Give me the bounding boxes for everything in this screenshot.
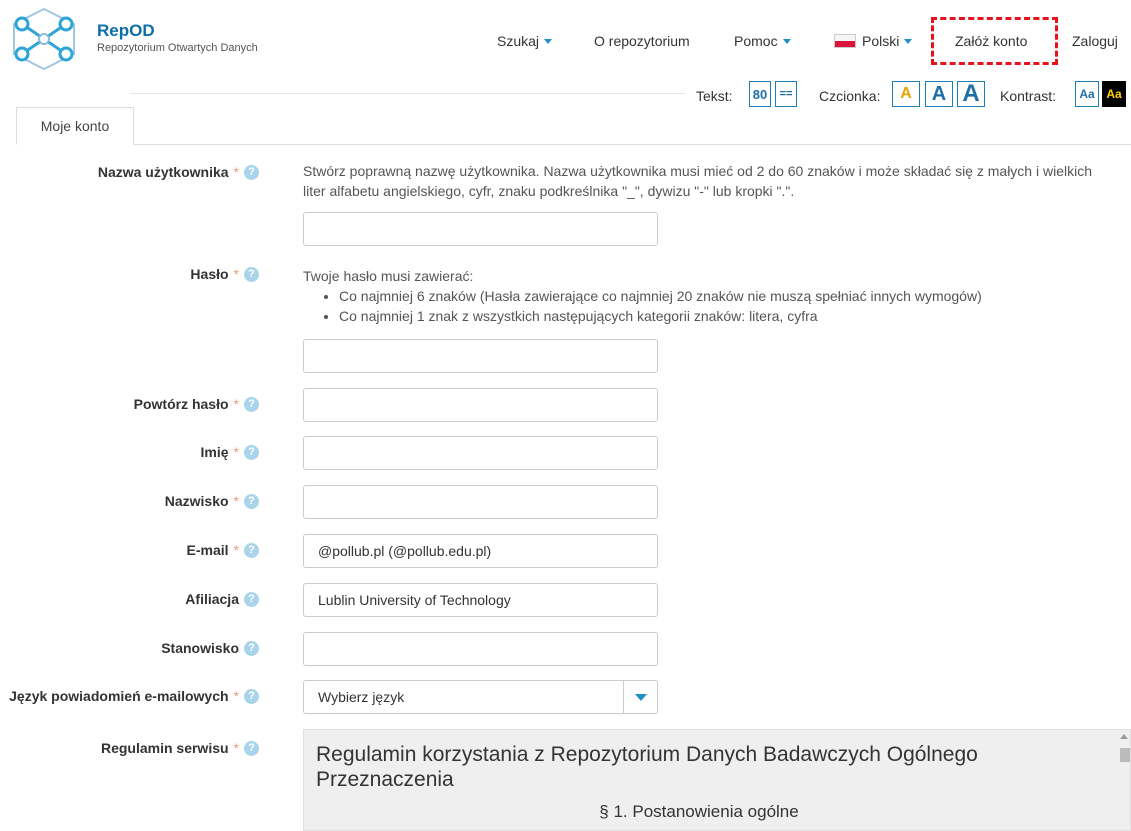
position-label-text: Stanowisko <box>161 640 239 656</box>
repod-logo-icon[interactable] <box>8 6 80 72</box>
required-mark: * <box>233 444 239 460</box>
password-rule: Co najmniej 1 znak z wszystkich następuj… <box>339 306 1123 326</box>
nav-help-dropdown[interactable]: Pomoc <box>734 33 791 49</box>
username-label: Nazwa użytkownika *? <box>98 164 259 180</box>
font-large-button[interactable]: A <box>957 80 985 107</box>
last-name-label: Nazwisko *? <box>165 493 259 509</box>
last-name-label-text: Nazwisko <box>164 493 229 509</box>
nav-search-label: Szukaj <box>497 33 540 49</box>
help-icon[interactable]: ? <box>244 688 259 704</box>
help-icon[interactable]: ? <box>244 164 259 180</box>
help-icon[interactable]: ? <box>244 266 259 282</box>
tab-bar-divider <box>16 144 1131 145</box>
password-repeat-label: Powtórz hasło *? <box>134 396 259 412</box>
scrollbar-thumb[interactable] <box>1120 748 1130 762</box>
password-repeat-input[interactable] <box>303 388 658 422</box>
font-small-glyph: A <box>900 85 912 102</box>
notification-language-select[interactable]: Wybierz język <box>303 680 658 714</box>
chevron-down-icon <box>544 39 553 44</box>
contrast-normal-button[interactable]: Aa <box>1075 81 1099 107</box>
email-input[interactable] <box>303 534 658 568</box>
username-hint: Stwórz poprawną nazwę użytkownika. Nazwa… <box>303 163 1092 199</box>
brand-name[interactable]: RepOD <box>97 21 155 41</box>
password-label-text: Hasło <box>190 266 229 282</box>
notification-language-label: Język powiadomień e-mailowych *? <box>9 688 259 704</box>
nav-search-dropdown[interactable]: Szukaj <box>497 33 553 49</box>
notification-language-value: Wybierz język <box>318 689 405 705</box>
font-label: Czcionka: <box>819 88 881 104</box>
scroll-up-arrow-icon[interactable] <box>1120 734 1128 739</box>
last-name-input[interactable] <box>303 485 658 519</box>
chevron-down-icon <box>782 39 791 44</box>
nav-login-link[interactable]: Zaloguj <box>1072 33 1118 49</box>
required-mark: * <box>233 266 239 282</box>
password-hint-intro: Twoje hasło musi zawierać: <box>303 268 474 284</box>
required-mark: * <box>233 396 239 412</box>
terms-label: Regulamin serwisu *? <box>101 740 259 756</box>
terms-section-heading: § 1. Postanowienia ogólne <box>599 802 799 821</box>
font-medium-button[interactable]: A <box>925 81 953 107</box>
help-icon[interactable]: ? <box>244 591 259 607</box>
username-input[interactable] <box>303 212 658 246</box>
header-divider <box>130 93 685 94</box>
help-icon[interactable]: ? <box>244 740 259 756</box>
first-name-input[interactable] <box>303 436 658 470</box>
nav-language-dropdown[interactable]: Polski <box>834 33 913 49</box>
required-mark: * <box>233 688 239 704</box>
required-mark: * <box>233 740 239 756</box>
terms-label-text: Regulamin serwisu <box>100 740 229 756</box>
terms-scroll-box[interactable]: Regulamin korzystania z Repozytorium Dan… <box>303 729 1131 831</box>
position-label: Stanowisko? <box>161 640 259 656</box>
polish-flag-icon <box>834 34 856 48</box>
affiliation-label-text: Afiliacja <box>185 591 239 607</box>
text-width-button[interactable]: 80 <box>749 81 771 107</box>
password-input[interactable] <box>303 339 658 373</box>
username-label-text: Nazwa użytkownika <box>97 164 229 180</box>
help-icon[interactable]: ? <box>244 396 259 412</box>
tab-my-account[interactable]: Moje konto <box>16 107 134 145</box>
password-hint: Twoje hasło musi zawierać: Co najmniej 6… <box>303 266 1123 326</box>
email-label-text: E-mail <box>186 542 229 558</box>
text-spacing-button[interactable]: == <box>775 81 797 107</box>
help-icon[interactable]: ? <box>244 444 259 460</box>
brand-subtitle: Repozytorium Otwartych Danych <box>97 42 258 54</box>
email-label: E-mail *? <box>187 542 259 558</box>
required-mark: * <box>233 493 239 509</box>
help-icon[interactable]: ? <box>244 493 259 509</box>
contrast-label: Kontrast: <box>1000 88 1057 104</box>
affiliation-label: Afiliacja? <box>185 591 259 607</box>
chevron-down-icon <box>904 39 913 44</box>
required-mark: * <box>233 542 239 558</box>
text-label: Tekst: <box>696 88 733 104</box>
nav-help-label: Pomoc <box>734 33 778 49</box>
font-small-button[interactable]: A <box>892 81 920 107</box>
terms-title: Regulamin korzystania z Repozytorium Dan… <box>316 743 978 791</box>
affiliation-input[interactable] <box>303 583 658 617</box>
password-label: Hasło *? <box>190 266 259 282</box>
position-input[interactable] <box>303 632 658 666</box>
contrast-high-button[interactable]: Aa <box>1102 81 1126 107</box>
register-highlight-box <box>931 17 1058 65</box>
first-name-label-text: Imię <box>200 444 229 460</box>
nav-about-link[interactable]: O repozytorium <box>594 33 690 49</box>
select-toggle-button[interactable] <box>623 681 657 713</box>
required-mark: * <box>233 164 239 180</box>
password-rule: Co najmniej 6 znaków (Hasła zawierające … <box>339 286 1123 306</box>
password-rules-list: Co najmniej 6 znaków (Hasła zawierające … <box>303 286 1123 326</box>
password-repeat-label-text: Powtórz hasło <box>133 396 229 412</box>
first-name-label: Imię *? <box>201 444 259 460</box>
nav-language-label: Polski <box>862 33 900 49</box>
chevron-down-icon <box>634 693 647 701</box>
help-icon[interactable]: ? <box>244 542 259 558</box>
notification-language-label-text: Język powiadomień e-mailowych <box>9 688 229 704</box>
help-icon[interactable]: ? <box>244 640 259 656</box>
